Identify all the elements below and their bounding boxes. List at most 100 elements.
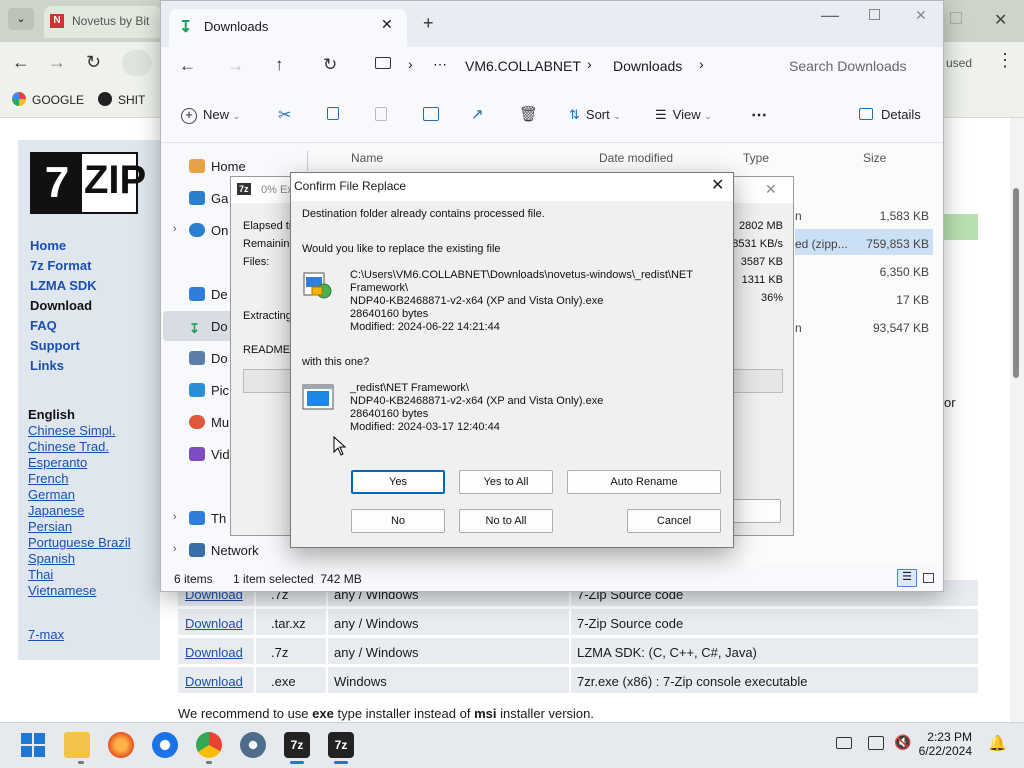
nav-home[interactable]: Home [30,238,66,253]
cut-icon[interactable]: ✂ [278,105,291,125]
nav-music[interactable]: Mu [189,415,229,430]
nav-documents[interactable]: Do [189,351,228,366]
nav-download[interactable]: Download [30,298,92,313]
more-path-icon[interactable]: ⋯ [433,56,447,73]
restore-icon[interactable] [950,12,962,24]
bookmark-google[interactable]: GOOGLE [12,92,84,107]
close-icon[interactable]: ✕ [765,181,777,198]
tab-search-button[interactable]: ⌄ [8,8,34,30]
system-clock[interactable]: 2:23 PM 6/22/2024 [910,730,972,758]
lang-link[interactable]: Persian [28,519,72,534]
lang-link[interactable]: Chinese Simpl. [28,423,115,438]
share-icon[interactable]: ↗ [471,105,484,123]
lang-link[interactable]: Thai [28,567,53,582]
view-button[interactable]: ☰ View ⌄ [655,107,712,123]
rename-icon[interactable] [423,107,439,121]
nav-this-pc[interactable]: Th [189,511,226,526]
page-scrollbar[interactable] [1010,118,1024,722]
sort-button[interactable]: ⇅ Sort ⌄ [569,107,621,123]
explorer-tab[interactable]: ↧ Downloads ✕ [169,9,407,47]
lang-link[interactable]: Japanese [28,503,84,518]
lang-link[interactable]: Portuguese Brazil [28,535,131,550]
tiles-view-icon[interactable] [923,573,934,583]
bookmark-shit[interactable]: SHIT [98,92,145,107]
nav-lzma-sdk[interactable]: LZMA SDK [30,278,97,293]
7-max-link[interactable]: 7-max [28,627,64,642]
7zip-taskbar-icon[interactable]: 7z [328,732,354,758]
more-options-icon[interactable]: ⋯ [751,105,767,125]
new-tab-icon[interactable]: + [423,13,434,34]
firefox-taskbar-icon[interactable] [108,732,134,758]
chevron-right-icon[interactable]: › [173,543,177,555]
menu-kebab-icon[interactable]: ⋮ [996,50,1014,71]
lang-link[interactable]: Vietnamese [28,583,96,598]
lang-link[interactable]: Esperanto [28,455,87,470]
search-input[interactable]: Search Downloads [789,58,907,74]
chromium-taskbar-icon[interactable] [152,732,178,758]
volume-mute-icon[interactable]: 🔇 [894,734,911,751]
copy-icon[interactable] [327,107,339,120]
close-icon[interactable]: ✕ [711,175,724,195]
nav-downloads[interactable]: ↧ Do [189,319,228,336]
refresh-icon[interactable]: ↻ [323,55,337,75]
nav-videos[interactable]: Vid [189,447,230,462]
nav-faq[interactable]: FAQ [30,318,57,333]
column-size[interactable]: Size [863,151,886,165]
paste-icon[interactable] [375,107,387,121]
lang-link[interactable]: French [28,471,68,486]
browser-tab[interactable]: N Novetus by Bit [44,6,162,38]
nav-home[interactable]: Home [189,159,246,174]
nav-7z-format[interactable]: 7z Format [30,258,91,273]
up-icon[interactable]: ↑ [275,55,284,75]
new-button[interactable]: + New ⌄ [181,107,240,124]
lang-link[interactable]: Spanish [28,551,75,566]
details-view-icon[interactable]: ☰ [897,569,917,587]
nav-gallery[interactable]: Ga [189,191,228,206]
details-button[interactable]: Details [859,107,921,122]
chevron-right-icon[interactable]: › [173,223,177,235]
back-icon[interactable]: ← [12,52,30,73]
close-icon[interactable]: ✕ [994,10,1007,30]
start-button[interactable] [20,732,46,758]
settings-taskbar-icon[interactable] [240,732,266,758]
nav-desktop[interactable]: De [189,287,228,302]
nav-links[interactable]: Links [30,358,64,373]
nav-onedrive[interactable]: On [189,223,228,238]
reload-icon[interactable]: ↻ [86,52,101,73]
forward-icon[interactable]: → [227,56,244,76]
no-to-all-button[interactable]: No to All [459,509,553,533]
lang-link[interactable]: Chinese Trad. [28,439,109,454]
lang-link[interactable]: German [28,487,75,502]
download-link[interactable]: Download [185,674,243,689]
no-button[interactable]: No [351,509,445,533]
chrome-taskbar-icon[interactable] [196,732,222,758]
yes-to-all-button[interactable]: Yes to All [459,470,553,494]
nav-network[interactable]: Network [189,543,259,558]
tab-close-icon[interactable]: ✕ [381,16,393,33]
column-date[interactable]: Date modified [599,151,673,165]
breadcrumb-pc[interactable]: VM6.COLLABNET [465,58,581,74]
notification-bell-icon[interactable]: 🔔 [988,734,1007,752]
maximize-icon[interactable] [869,9,880,20]
network-status-icon[interactable] [868,736,884,750]
cancel-button[interactable]: Cancel [627,509,721,533]
nav-support[interactable]: Support [30,338,80,353]
delete-icon[interactable]: 🗑 [519,105,538,123]
download-link[interactable]: Download [185,645,243,660]
back-icon[interactable]: ← [179,56,196,76]
7zip-logo[interactable]: 7 ZIP [30,152,146,214]
profile-badge[interactable]: used [946,56,972,70]
yes-button[interactable]: Yes [351,470,445,494]
column-name[interactable]: Name [351,151,383,165]
site-info-icon[interactable] [122,50,152,76]
download-link[interactable]: Download [185,616,243,631]
window-close-icon[interactable]: ✕ [915,7,927,24]
nav-pictures[interactable]: Pic [189,383,229,398]
auto-rename-button[interactable]: Auto Rename [567,470,721,494]
minimize-icon[interactable]: — [821,5,839,26]
forward-icon[interactable]: → [48,52,66,73]
chevron-right-icon[interactable]: › [173,511,177,523]
breadcrumb-downloads[interactable]: Downloads [613,58,682,74]
file-explorer-taskbar-icon[interactable] [64,732,90,758]
7zip-taskbar-icon[interactable]: 7z [284,732,310,758]
